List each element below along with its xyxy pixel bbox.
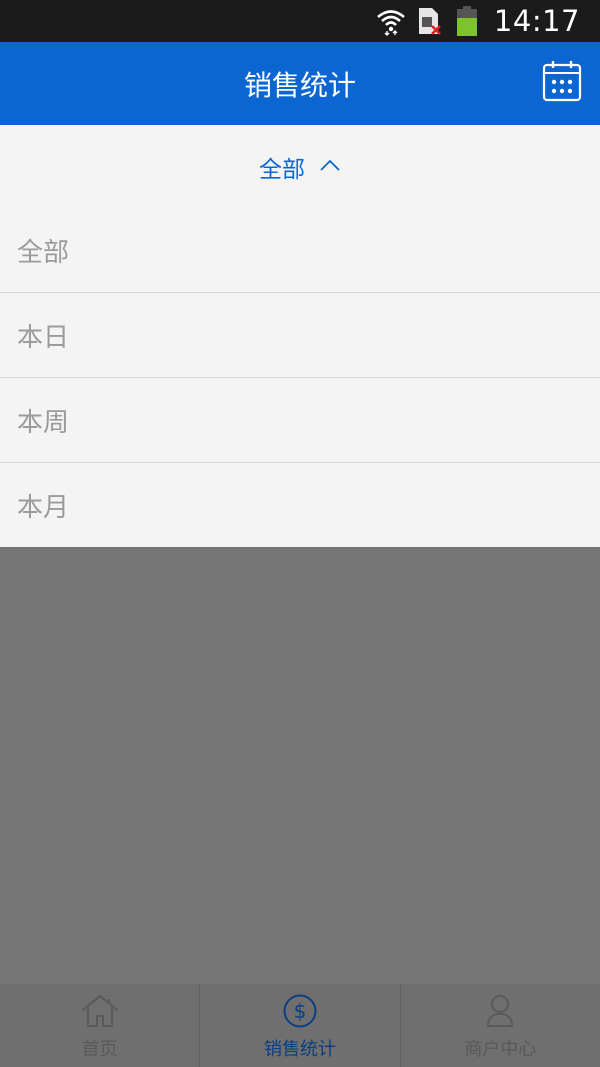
nav-label-home: 首页 [81, 1038, 118, 1060]
user-icon [480, 991, 520, 1031]
dim-overlay[interactable] [0, 547, 600, 984]
nav-item-home[interactable]: 首页 [0, 984, 199, 1067]
filter-option-all[interactable]: 全部 [0, 208, 600, 293]
filter-panel: 全部 全部 本日 本周 本月 [0, 125, 600, 547]
sim-card-icon [414, 5, 444, 37]
filter-selected-label: 全部 [259, 156, 305, 183]
filter-option-this-month[interactable]: 本月 [0, 463, 600, 548]
filter-dropdown-toggle[interactable]: 全部 [0, 125, 600, 208]
status-time: 14:17 [493, 4, 580, 38]
nav-label-merchant-center: 商户中心 [464, 1038, 537, 1060]
svg-text:$: $ [294, 999, 307, 1023]
app-header: 销售统计 [0, 42, 600, 125]
filter-option-today[interactable]: 本日 [0, 293, 600, 378]
status-bar: 14:17 [0, 0, 600, 42]
dollar-icon: $ [280, 991, 320, 1031]
battery-icon [452, 5, 482, 37]
chevron-up-icon [319, 157, 341, 176]
nav-item-sales-stats[interactable]: $ 销售统计 [199, 984, 399, 1067]
wifi-icon [376, 5, 406, 37]
home-icon [80, 991, 120, 1031]
filter-option-this-week[interactable]: 本周 [0, 378, 600, 463]
calendar-icon [542, 60, 582, 106]
page-title: 销售统计 [243, 68, 356, 102]
nav-label-sales-stats: 销售统计 [263, 1038, 336, 1060]
nav-item-merchant-center[interactable]: 商户中心 [399, 984, 600, 1067]
calendar-button[interactable] [540, 60, 584, 106]
bottom-nav: 首页 $ 销售统计 商户中心 [0, 984, 600, 1067]
filter-options-list: 全部 本日 本周 本月 [0, 208, 600, 548]
